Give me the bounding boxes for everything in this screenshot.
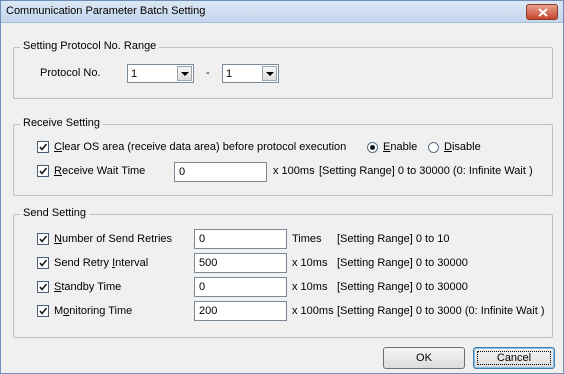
- checkmark-icon: [39, 307, 48, 315]
- focus-rectangle: [477, 351, 551, 365]
- receive-wait-time-input[interactable]: 0: [174, 162, 267, 182]
- protocol-no-label: Protocol No.: [40, 67, 101, 79]
- protocol-to-dropdown-button[interactable]: [262, 66, 277, 81]
- send-retries-label: Number of Send Retries: [54, 233, 173, 245]
- standby-time-unit: x 10ms: [292, 281, 328, 293]
- monitoring-time-input[interactable]: 200: [194, 301, 287, 321]
- receive-wait-time-range: [Setting Range] 0 to 30000 (0: Infinite …: [319, 165, 533, 177]
- range-separator: -: [206, 67, 210, 79]
- checkmark-icon: [39, 259, 48, 267]
- enable-radio[interactable]: [367, 142, 378, 153]
- receive-wait-time-checkbox[interactable]: [37, 165, 49, 177]
- monitoring-time-value: 200: [199, 305, 218, 317]
- standby-time-value: 0: [199, 281, 206, 293]
- send-retries-value: 0: [199, 233, 206, 245]
- ok-button[interactable]: OK: [383, 347, 465, 369]
- dialog-window: Communication Parameter Batch Setting Se…: [0, 0, 564, 374]
- send-retries-range: [Setting Range] 0 to 10: [337, 233, 450, 245]
- close-icon: [538, 8, 548, 17]
- checkmark-icon: [39, 235, 48, 243]
- send-retry-interval-unit: x 10ms: [292, 257, 328, 269]
- send-retries-input[interactable]: 0: [194, 229, 287, 249]
- protocol-to-combo[interactable]: 1: [222, 64, 279, 83]
- monitoring-time-label: Monitoring Time: [54, 305, 133, 317]
- send-setting-group: Send Setting Number of Send Retries 0 Ti…: [13, 207, 553, 338]
- protocol-range-legend: Setting Protocol No. Range: [20, 40, 160, 52]
- send-setting-legend: Send Setting: [20, 207, 89, 219]
- receive-wait-time-unit: x 100ms: [273, 165, 315, 177]
- clear-os-area-label: Clear OS area (receive data area) before…: [54, 141, 347, 153]
- standby-time-label: Standby Time: [54, 281, 122, 293]
- send-retry-interval-range: [Setting Range] 0 to 30000: [337, 257, 468, 269]
- checkmark-icon: [39, 167, 48, 175]
- disable-radio[interactable]: [428, 142, 439, 153]
- checkmark-icon: [39, 283, 48, 291]
- send-retry-interval-checkbox[interactable]: [37, 257, 49, 269]
- send-retry-interval-input[interactable]: 500: [194, 253, 287, 273]
- standby-time-checkbox[interactable]: [37, 281, 49, 293]
- chevron-down-icon: [181, 72, 189, 76]
- monitoring-time-range: [Setting Range] 0 to 3000 (0: Infinite W…: [337, 305, 545, 317]
- chevron-down-icon: [266, 72, 274, 76]
- standby-time-range: [Setting Range] 0 to 30000: [337, 281, 468, 293]
- send-retry-interval-label: Send Retry Interval: [54, 257, 149, 269]
- checkmark-icon: [39, 143, 48, 151]
- clear-os-area-checkbox[interactable]: [37, 141, 49, 153]
- send-retry-interval-value: 500: [199, 257, 218, 269]
- receive-wait-time-label: Receive Wait Time: [54, 165, 146, 177]
- disable-label: Disable: [444, 141, 481, 153]
- receive-setting-group: Receive Setting Clear OS area (receive d…: [13, 117, 553, 196]
- protocol-from-dropdown-button[interactable]: [177, 66, 192, 81]
- send-retries-checkbox[interactable]: [37, 233, 49, 245]
- title-bar: Communication Parameter Batch Setting: [1, 1, 563, 23]
- standby-time-input[interactable]: 0: [194, 277, 287, 297]
- protocol-range-group: Setting Protocol No. Range Protocol No. …: [13, 40, 553, 99]
- protocol-from-combo[interactable]: 1: [127, 64, 194, 83]
- close-button[interactable]: [526, 4, 558, 20]
- monitoring-time-unit: x 100ms: [292, 305, 334, 317]
- protocol-to-value: 1: [226, 68, 233, 80]
- cancel-button[interactable]: Cancel: [473, 347, 555, 369]
- window-title: Communication Parameter Batch Setting: [6, 5, 206, 17]
- protocol-from-value: 1: [131, 68, 138, 80]
- receive-setting-legend: Receive Setting: [20, 117, 104, 129]
- monitoring-time-checkbox[interactable]: [37, 305, 49, 317]
- send-retries-unit: Times: [292, 233, 322, 245]
- enable-label: Enable: [383, 141, 418, 153]
- receive-wait-time-value: 0: [179, 166, 186, 178]
